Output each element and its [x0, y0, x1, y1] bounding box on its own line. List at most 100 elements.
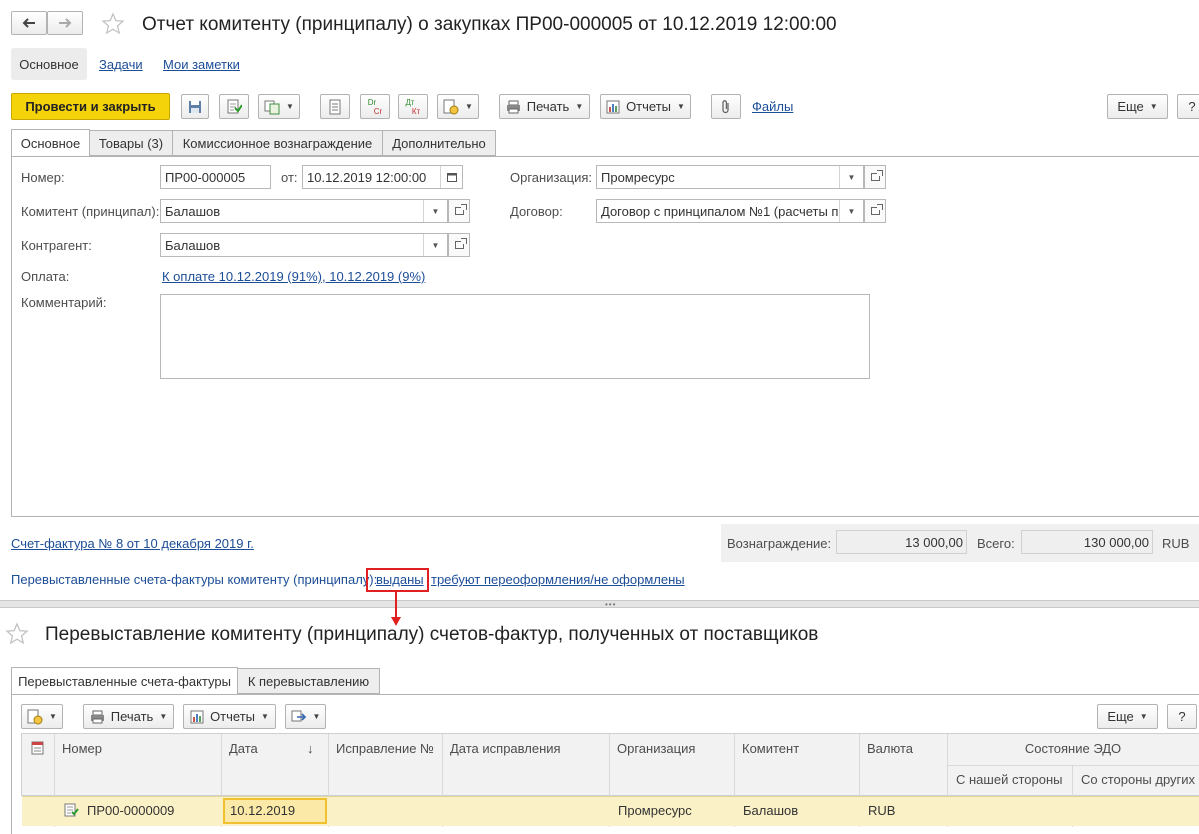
help-button[interactable]: ? — [1177, 94, 1199, 119]
save-button[interactable] — [181, 94, 209, 119]
window-splitter[interactable]: ••• — [0, 600, 1199, 609]
invoice-link[interactable]: Счет-фактура № 8 от 10 декабря 2019 г. — [11, 536, 254, 551]
col-number[interactable]: Номер — [54, 735, 110, 762]
total-label: Всего: — [977, 536, 1015, 551]
col-organization[interactable]: Организация — [609, 735, 703, 762]
form-tab-commission-label: Комиссионное вознаграждение — [182, 135, 373, 151]
form-tab-commission[interactable]: Комиссионное вознаграждение — [172, 130, 383, 156]
exchange-icon — [291, 710, 306, 721]
counterparty-label: Контрагент: — [21, 238, 92, 253]
forward-button[interactable] — [47, 11, 83, 35]
nav-tab-main[interactable]: Основное — [11, 48, 87, 80]
date-field[interactable]: 10.12.2019 12:00:00 — [302, 165, 463, 189]
reissue-required-link[interactable]: требуют переоформления/не оформлены — [431, 572, 685, 587]
chevron-down-icon: ▼ — [847, 172, 856, 182]
list-print-label: Печать — [110, 709, 154, 724]
files-link[interactable]: Файлы — [752, 99, 793, 114]
total-value: 130 000,00 — [1021, 530, 1153, 554]
contract-dropdown[interactable]: ▼ — [839, 200, 863, 222]
form-tab-additional[interactable]: Дополнительно — [382, 130, 496, 156]
list-reports-label: Отчеты — [210, 709, 255, 724]
principal-open-button[interactable] — [448, 199, 470, 223]
calendar-button[interactable] — [440, 166, 462, 188]
form-tab-main[interactable]: Основное — [11, 129, 90, 157]
reports-button[interactable]: Отчеты ▼ — [600, 94, 691, 119]
col-principal[interactable]: Комитент — [734, 735, 807, 762]
number-field[interactable]: ПР00-000005 — [160, 165, 271, 189]
chevron-down-icon: ▼ — [575, 102, 584, 111]
favorite-star-icon[interactable] — [101, 12, 125, 36]
organization-value: Промресурс — [601, 170, 675, 185]
form-tab-main-label: Основное — [20, 135, 81, 151]
counterparty-dropdown[interactable]: ▼ — [423, 234, 447, 256]
document-list-icon — [31, 741, 44, 755]
splitter-grip-icon: ••• — [605, 600, 617, 609]
col-currency[interactable]: Валюта — [859, 735, 921, 762]
col-edo-state[interactable]: Состояние ЭДО — [948, 735, 1198, 762]
cell-date: 10.12.2019 — [230, 803, 296, 818]
list-exchange-button[interactable]: ▼ — [285, 704, 326, 729]
reissued-invoices-label: Перевыставленные счета-фактуры комитенту… — [11, 572, 378, 587]
counterparty-field[interactable]: Балашов ▼ — [160, 233, 448, 257]
list-view-button[interactable] — [320, 94, 350, 119]
comment-textarea[interactable] — [160, 294, 870, 379]
payment-link[interactable]: К оплате 10.12.2019 (91%), 10.12.2019 (9… — [162, 269, 425, 284]
list-tab-reissued[interactable]: Перевыставленные счета-фактуры — [11, 667, 238, 695]
principal-dropdown[interactable]: ▼ — [423, 200, 447, 222]
dtkt-icon-bottom: Кт — [411, 106, 421, 116]
chevron-down-icon: ▼ — [159, 712, 168, 721]
col-correction-date[interactable]: Дата исправления — [442, 735, 569, 762]
list-print-button[interactable]: Печать ▼ — [83, 704, 174, 729]
chevron-down-icon: ▼ — [431, 206, 440, 216]
table-row[interactable] — [22, 796, 1199, 826]
list-reports-button[interactable]: Отчеты ▼ — [183, 704, 276, 729]
col-edo-ours[interactable]: С нашей стороны — [948, 766, 1072, 793]
nav-tab-tasks[interactable]: Задачи — [99, 57, 143, 72]
nav-tab-notes[interactable]: Мои заметки — [163, 57, 240, 72]
chevron-down-icon: ▼ — [465, 102, 473, 111]
currency-label: RUB — [1162, 536, 1190, 551]
cell-principal: Балашов — [743, 803, 799, 818]
organization-dropdown[interactable]: ▼ — [839, 166, 863, 188]
contract-value: Договор с принципалом №1 (расчеты по — [601, 204, 846, 219]
reward-value: 13 000,00 — [836, 530, 967, 554]
reports-label: Отчеты — [626, 99, 671, 114]
counterparty-open-button[interactable] — [448, 233, 470, 257]
organization-field[interactable]: Промресурс ▼ — [596, 165, 864, 189]
attach-file-button[interactable] — [711, 94, 741, 119]
list-tab-reissued-label: Перевыставленные счета-фактуры — [18, 673, 231, 689]
post-button[interactable] — [219, 94, 249, 119]
principal-field[interactable]: Балашов ▼ — [160, 199, 448, 223]
annotation-arrow-icon — [391, 591, 401, 626]
reports-icon — [190, 710, 204, 723]
form-tab-goods[interactable]: Товары (3) — [89, 130, 173, 156]
post-and-close-button[interactable]: Провести и закрыть — [11, 93, 170, 120]
contract-open-button[interactable] — [864, 199, 886, 223]
back-button[interactable] — [11, 11, 47, 35]
favorite-star-icon[interactable] — [5, 622, 29, 646]
list-help-button[interactable]: ? — [1167, 704, 1197, 729]
col-date[interactable]: Дата — [221, 735, 266, 762]
list-more-button[interactable]: Еще ▼ — [1097, 704, 1158, 729]
more-button[interactable]: Еще ▼ — [1107, 94, 1168, 119]
drcr-button[interactable]: Dr Cr — [360, 94, 390, 119]
chevron-down-icon: ▼ — [677, 102, 685, 111]
chevron-down-icon: ▼ — [261, 712, 269, 721]
list-create-button[interactable]: ▼ — [21, 704, 63, 729]
printer-icon — [506, 100, 520, 113]
organization-open-button[interactable] — [864, 165, 886, 189]
nav-tab-main-label: Основное — [19, 56, 79, 72]
create-based-on-button[interactable]: ▼ — [258, 94, 300, 119]
contract-field[interactable]: Договор с принципалом №1 (расчеты по ▼ — [596, 199, 864, 223]
related-documents-button[interactable]: ▼ — [437, 94, 479, 119]
date-label: от: — [281, 170, 298, 185]
paperclip-icon — [722, 99, 729, 113]
reward-label: Вознаграждение: — [727, 536, 832, 551]
comment-label: Комментарий: — [21, 295, 107, 310]
issued-link[interactable]: выданы — [376, 572, 424, 587]
print-button[interactable]: Печать ▼ — [499, 94, 590, 119]
col-correction-number[interactable]: Исправление № — [328, 735, 442, 762]
col-edo-others[interactable]: Со стороны других — [1073, 766, 1199, 793]
list-tab-to-reissue[interactable]: К перевыставлению — [237, 668, 380, 694]
dtkt-button[interactable]: Дт Кт — [398, 94, 428, 119]
